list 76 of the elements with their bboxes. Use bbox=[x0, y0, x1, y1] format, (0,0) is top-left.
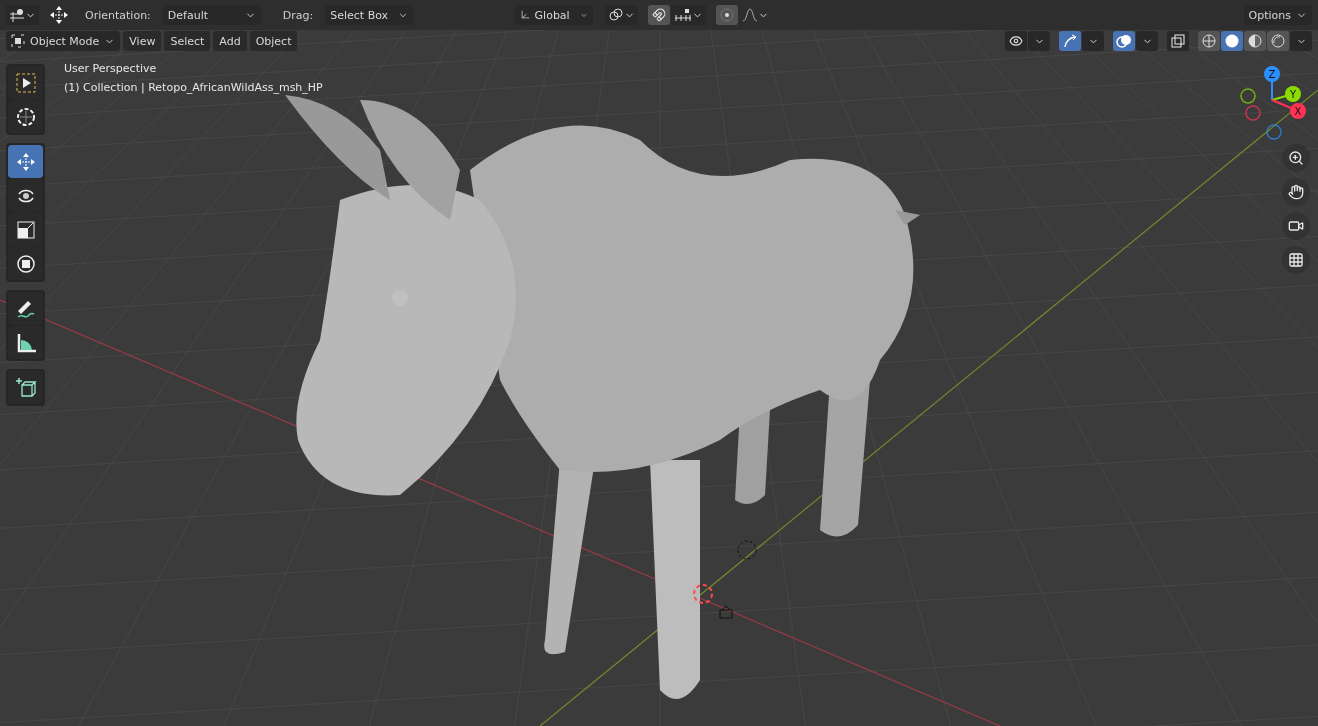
transform-icon bbox=[14, 252, 37, 275]
shading-mode-button[interactable] bbox=[1267, 31, 1289, 51]
tool-button[interactable] bbox=[8, 100, 43, 133]
scale-icon bbox=[14, 218, 37, 241]
eye-icon bbox=[1009, 34, 1023, 48]
gizmo-axis-handle[interactable]: Z bbox=[1264, 66, 1280, 82]
increment-icon bbox=[673, 8, 692, 22]
select-box-icon bbox=[14, 71, 37, 94]
hand-icon bbox=[1288, 184, 1304, 200]
view-title: User Perspective bbox=[64, 62, 158, 75]
orientation-label: Orientation: bbox=[84, 8, 152, 22]
tool-button[interactable] bbox=[8, 326, 43, 359]
transform-orientation-dropdown[interactable]: Global bbox=[514, 5, 593, 25]
menu-item[interactable]: Select bbox=[164, 31, 211, 51]
menu-item[interactable]: Add bbox=[213, 31, 247, 51]
dropdown-toggle[interactable] bbox=[1082, 31, 1104, 51]
collection-label: (1) Collection | Retopo_AfricanWildAss_msh_HP bbox=[64, 81, 323, 94]
overlay-circles-icon bbox=[1116, 33, 1132, 49]
grid-axes-icon bbox=[9, 8, 25, 22]
tool-button[interactable] bbox=[8, 179, 43, 212]
snap-toggle[interactable] bbox=[647, 5, 670, 25]
gizmos-toggle[interactable] bbox=[1059, 31, 1081, 51]
shading-mode-button[interactable] bbox=[1198, 31, 1220, 51]
magnet-icon bbox=[651, 8, 666, 22]
object-square-icon bbox=[11, 34, 25, 48]
render-sphere-icon bbox=[1271, 34, 1285, 48]
tool-button[interactable] bbox=[8, 247, 43, 280]
axes-icon bbox=[519, 8, 530, 22]
zoom-icon bbox=[1288, 150, 1304, 166]
options-dropdown[interactable]: Options bbox=[1243, 5, 1312, 25]
menu-item[interactable]: Object bbox=[249, 31, 298, 51]
shading-mode-button[interactable] bbox=[1244, 31, 1266, 51]
mode-dropdown[interactable]: Object Mode bbox=[6, 31, 121, 51]
bell-curve-icon bbox=[741, 8, 758, 22]
drag-dropdown[interactable]: Select Box bbox=[325, 5, 414, 25]
orientation-dropdown[interactable]: Default bbox=[162, 5, 261, 25]
camera-object-icon bbox=[719, 605, 733, 619]
tool-button[interactable] bbox=[8, 66, 43, 99]
link-rings-icon bbox=[607, 8, 624, 22]
overlays-toggle[interactable] bbox=[1113, 31, 1135, 51]
xray-squares-icon bbox=[1170, 33, 1186, 49]
proportional-editing-toggle[interactable] bbox=[715, 5, 738, 25]
add-cube-icon bbox=[14, 376, 37, 399]
crosshair-icon bbox=[14, 105, 37, 128]
editor-type-button[interactable] bbox=[6, 5, 39, 25]
xray-toggle[interactable] bbox=[1167, 31, 1189, 51]
gizmo-negative-handle[interactable] bbox=[1245, 105, 1261, 121]
dropdown-toggle[interactable] bbox=[1028, 31, 1050, 51]
gizmo-negative-handle[interactable] bbox=[1240, 88, 1256, 104]
zoom-button[interactable] bbox=[1282, 144, 1310, 172]
pan-button[interactable] bbox=[1282, 178, 1310, 206]
light-icon bbox=[737, 540, 757, 560]
camera-icon bbox=[1288, 218, 1304, 234]
snap-target-button[interactable] bbox=[670, 5, 706, 25]
dot-circle-icon bbox=[719, 8, 734, 22]
move-arrows-icon bbox=[48, 4, 70, 26]
grid-icon bbox=[1288, 252, 1304, 268]
visibility-toggle[interactable] bbox=[1005, 31, 1027, 51]
gizmo-negative-handle[interactable] bbox=[1266, 124, 1282, 140]
shading-options-button[interactable] bbox=[1290, 31, 1312, 51]
wire-sphere-icon bbox=[1202, 34, 1216, 48]
drag-label: Drag: bbox=[281, 8, 315, 22]
shading-mode-button[interactable] bbox=[1221, 31, 1243, 51]
gizmo-axis-handle[interactable]: Y bbox=[1285, 86, 1301, 102]
pivot-point-button[interactable] bbox=[604, 5, 638, 25]
perspective-button[interactable] bbox=[1282, 246, 1310, 274]
menu-item[interactable]: View bbox=[123, 31, 162, 51]
tool-button[interactable] bbox=[8, 213, 43, 246]
tool-button[interactable] bbox=[8, 292, 43, 325]
gizmo-axis-handle[interactable]: X bbox=[1290, 103, 1306, 119]
gizmo-arc-icon bbox=[1062, 33, 1078, 49]
half-sphere-icon bbox=[1248, 34, 1262, 48]
dropdown-toggle[interactable] bbox=[1136, 31, 1158, 51]
solid-sphere-icon bbox=[1225, 34, 1239, 48]
origin-marker bbox=[693, 584, 713, 604]
camera-button[interactable] bbox=[1282, 212, 1310, 240]
